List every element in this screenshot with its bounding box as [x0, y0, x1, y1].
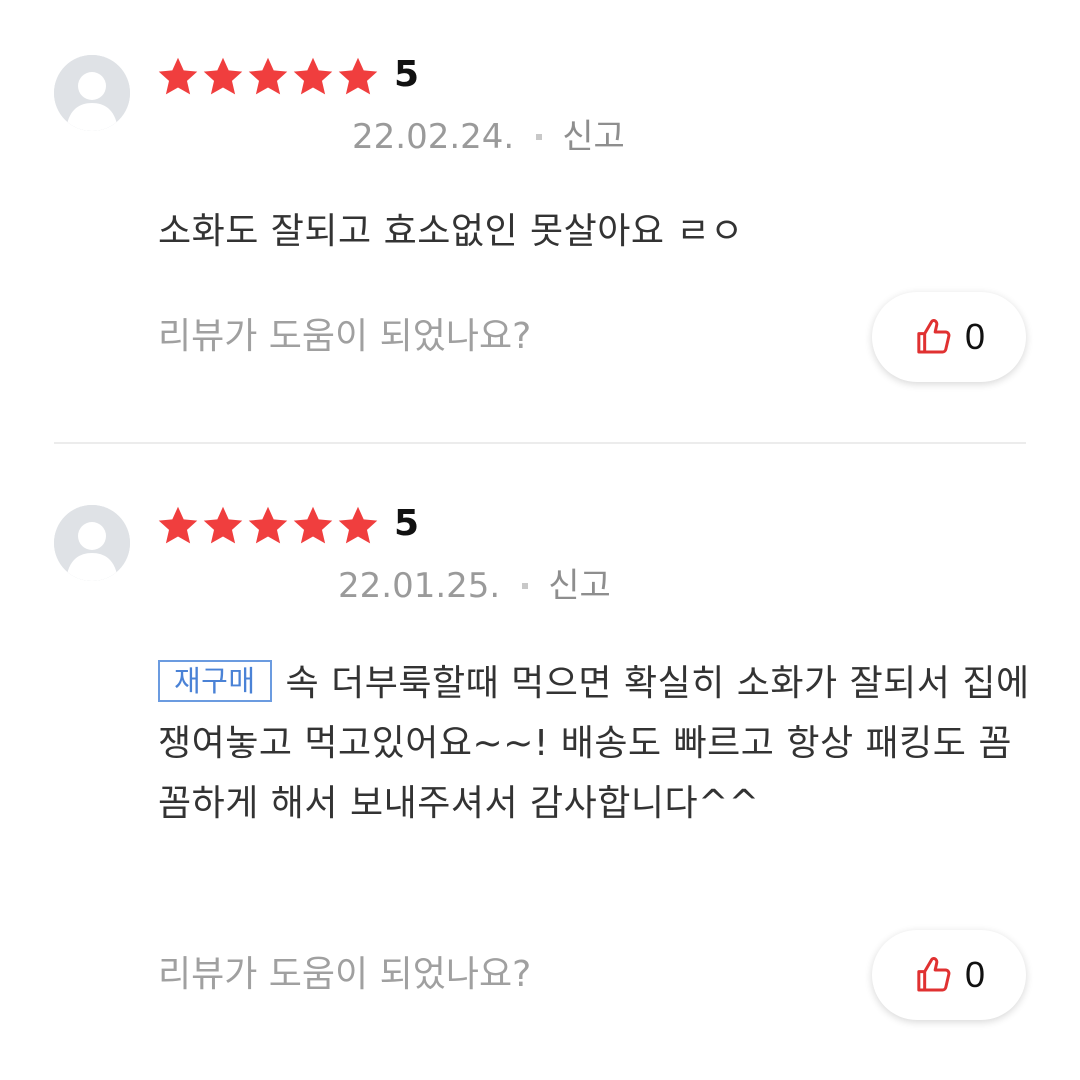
like-button[interactable]: 0 [872, 930, 1026, 1020]
review-divider [54, 442, 1026, 444]
thumbs-up-icon [917, 318, 951, 354]
star-icon [203, 57, 243, 95]
star-rating [156, 54, 381, 100]
review-body: 재구매 속 더부룩할때 먹으면 확실히 소화가 잘되서 집에 쟁여놓고 먹고있어요… [158, 654, 1038, 834]
user-avatar-icon [54, 505, 130, 581]
star-icon [158, 506, 198, 544]
star-icon [338, 57, 378, 95]
review-date: 22.02.24. [352, 117, 515, 157]
review-text: 소화도 잘되고 효소없인 못살아요 ㄹㅇ [158, 211, 744, 252]
thumbs-up-icon [917, 956, 951, 992]
star-icon [338, 506, 378, 544]
star-icon [158, 57, 198, 95]
separator-dot [536, 134, 543, 140]
review-date: 22.01.25. [338, 566, 501, 606]
separator-dot [522, 583, 529, 589]
like-count: 0 [964, 316, 986, 357]
review-meta: 22.02.24. 신고 [352, 117, 625, 157]
helpful-question: 리뷰가 도움이 되었나요? [158, 316, 532, 357]
review-meta: 22.01.25. 신고 [338, 566, 611, 606]
rating-score: 5 [394, 503, 420, 544]
avatar[interactable] [54, 505, 130, 581]
star-rating [156, 503, 381, 549]
star-icon [203, 506, 243, 544]
star-icon [293, 57, 333, 95]
report-button[interactable]: 신고 [548, 566, 611, 606]
review-body: 소화도 잘되고 효소없인 못살아요 ㄹㅇ [158, 202, 1038, 262]
star-icon [248, 506, 288, 544]
avatar[interactable] [54, 55, 130, 131]
like-count: 0 [964, 954, 986, 995]
star-icon [293, 506, 333, 544]
rebuy-badge: 재구매 [158, 660, 272, 702]
review-text: 속 더부룩할때 먹으면 확실히 소화가 잘되서 집에 쟁여놓고 먹고있어요~~!… [158, 663, 1030, 824]
like-button[interactable]: 0 [872, 292, 1026, 382]
star-icon [248, 57, 288, 95]
helpful-question: 리뷰가 도움이 되었나요? [158, 954, 532, 995]
report-button[interactable]: 신고 [562, 117, 625, 157]
rating-score: 5 [394, 54, 420, 95]
user-avatar-icon [54, 55, 130, 131]
